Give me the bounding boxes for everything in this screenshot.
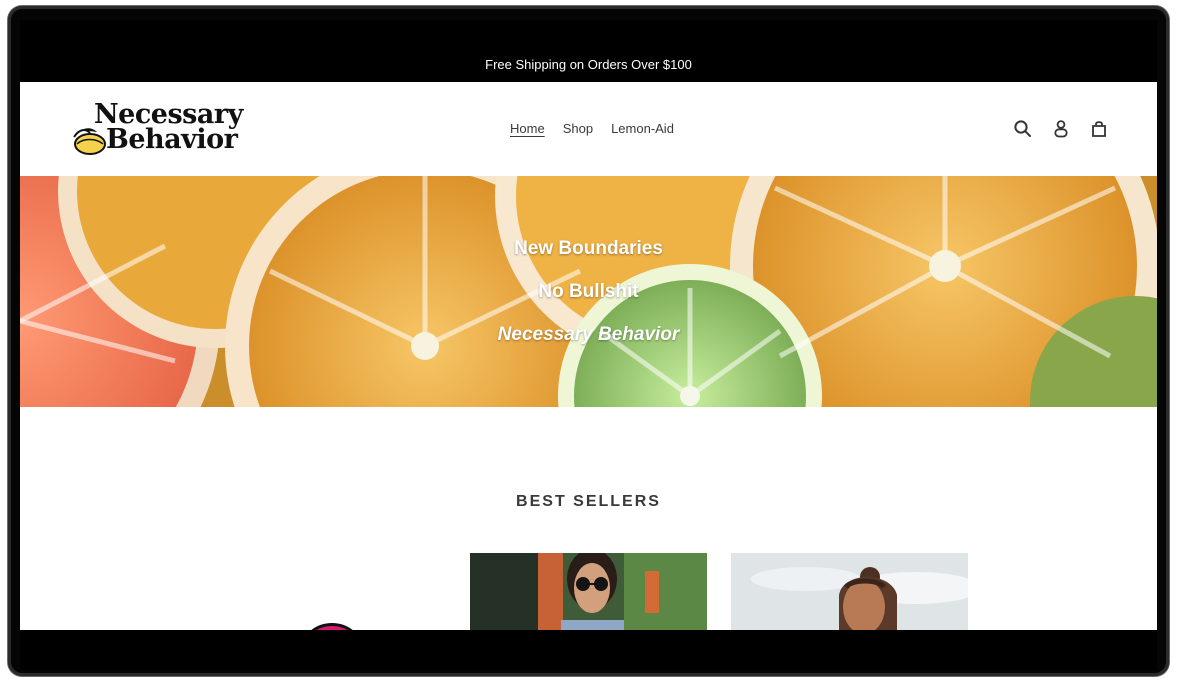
hero-line-3: Necessary Behavior [497,324,680,345]
header-actions [1013,119,1109,139]
braids-model-image [731,553,968,630]
best-sellers-title: BEST SELLERS [516,493,661,510]
site-logo[interactable]: Necessary Behavior [70,101,250,156]
announcement-text: Free Shipping on Orders Over $100 [485,57,692,72]
nav-shop[interactable]: Shop [563,121,593,136]
sunglasses-model-image [470,553,707,630]
announcement-bar: Free Shipping on Orders Over $100 [20,20,1157,82]
main-navigation: Home Shop Lemon-Aid [510,121,674,136]
cart-icon[interactable] [1089,119,1109,139]
logo-text: Necessary Behavior [94,101,243,155]
hero-banner: New Boundaries No Bullshit Necessary Beh… [20,176,1157,407]
device-bottom-bezel [20,630,1157,670]
nav-home[interactable]: Home [510,121,545,136]
hero-text: New Boundaries No Bullshit Necessary Beh… [20,176,1157,407]
logo-line-2: Behavior [106,124,238,155]
product-image-2[interactable] [731,553,968,630]
hero-line-1: New Boundaries [514,238,663,259]
nav-lemon-aid[interactable]: Lemon-Aid [611,121,674,136]
site-header: Necessary Behavior Home Shop Lemon-Aid [20,82,1157,176]
search-icon[interactable] [1013,119,1033,139]
account-icon[interactable] [1051,119,1071,139]
hero-line-2: No Bullshit [538,281,639,302]
product-image-1[interactable] [470,553,707,630]
website-screen: Free Shipping on Orders Over $100 Necess… [20,20,1157,630]
circular-badge-image [298,623,366,630]
